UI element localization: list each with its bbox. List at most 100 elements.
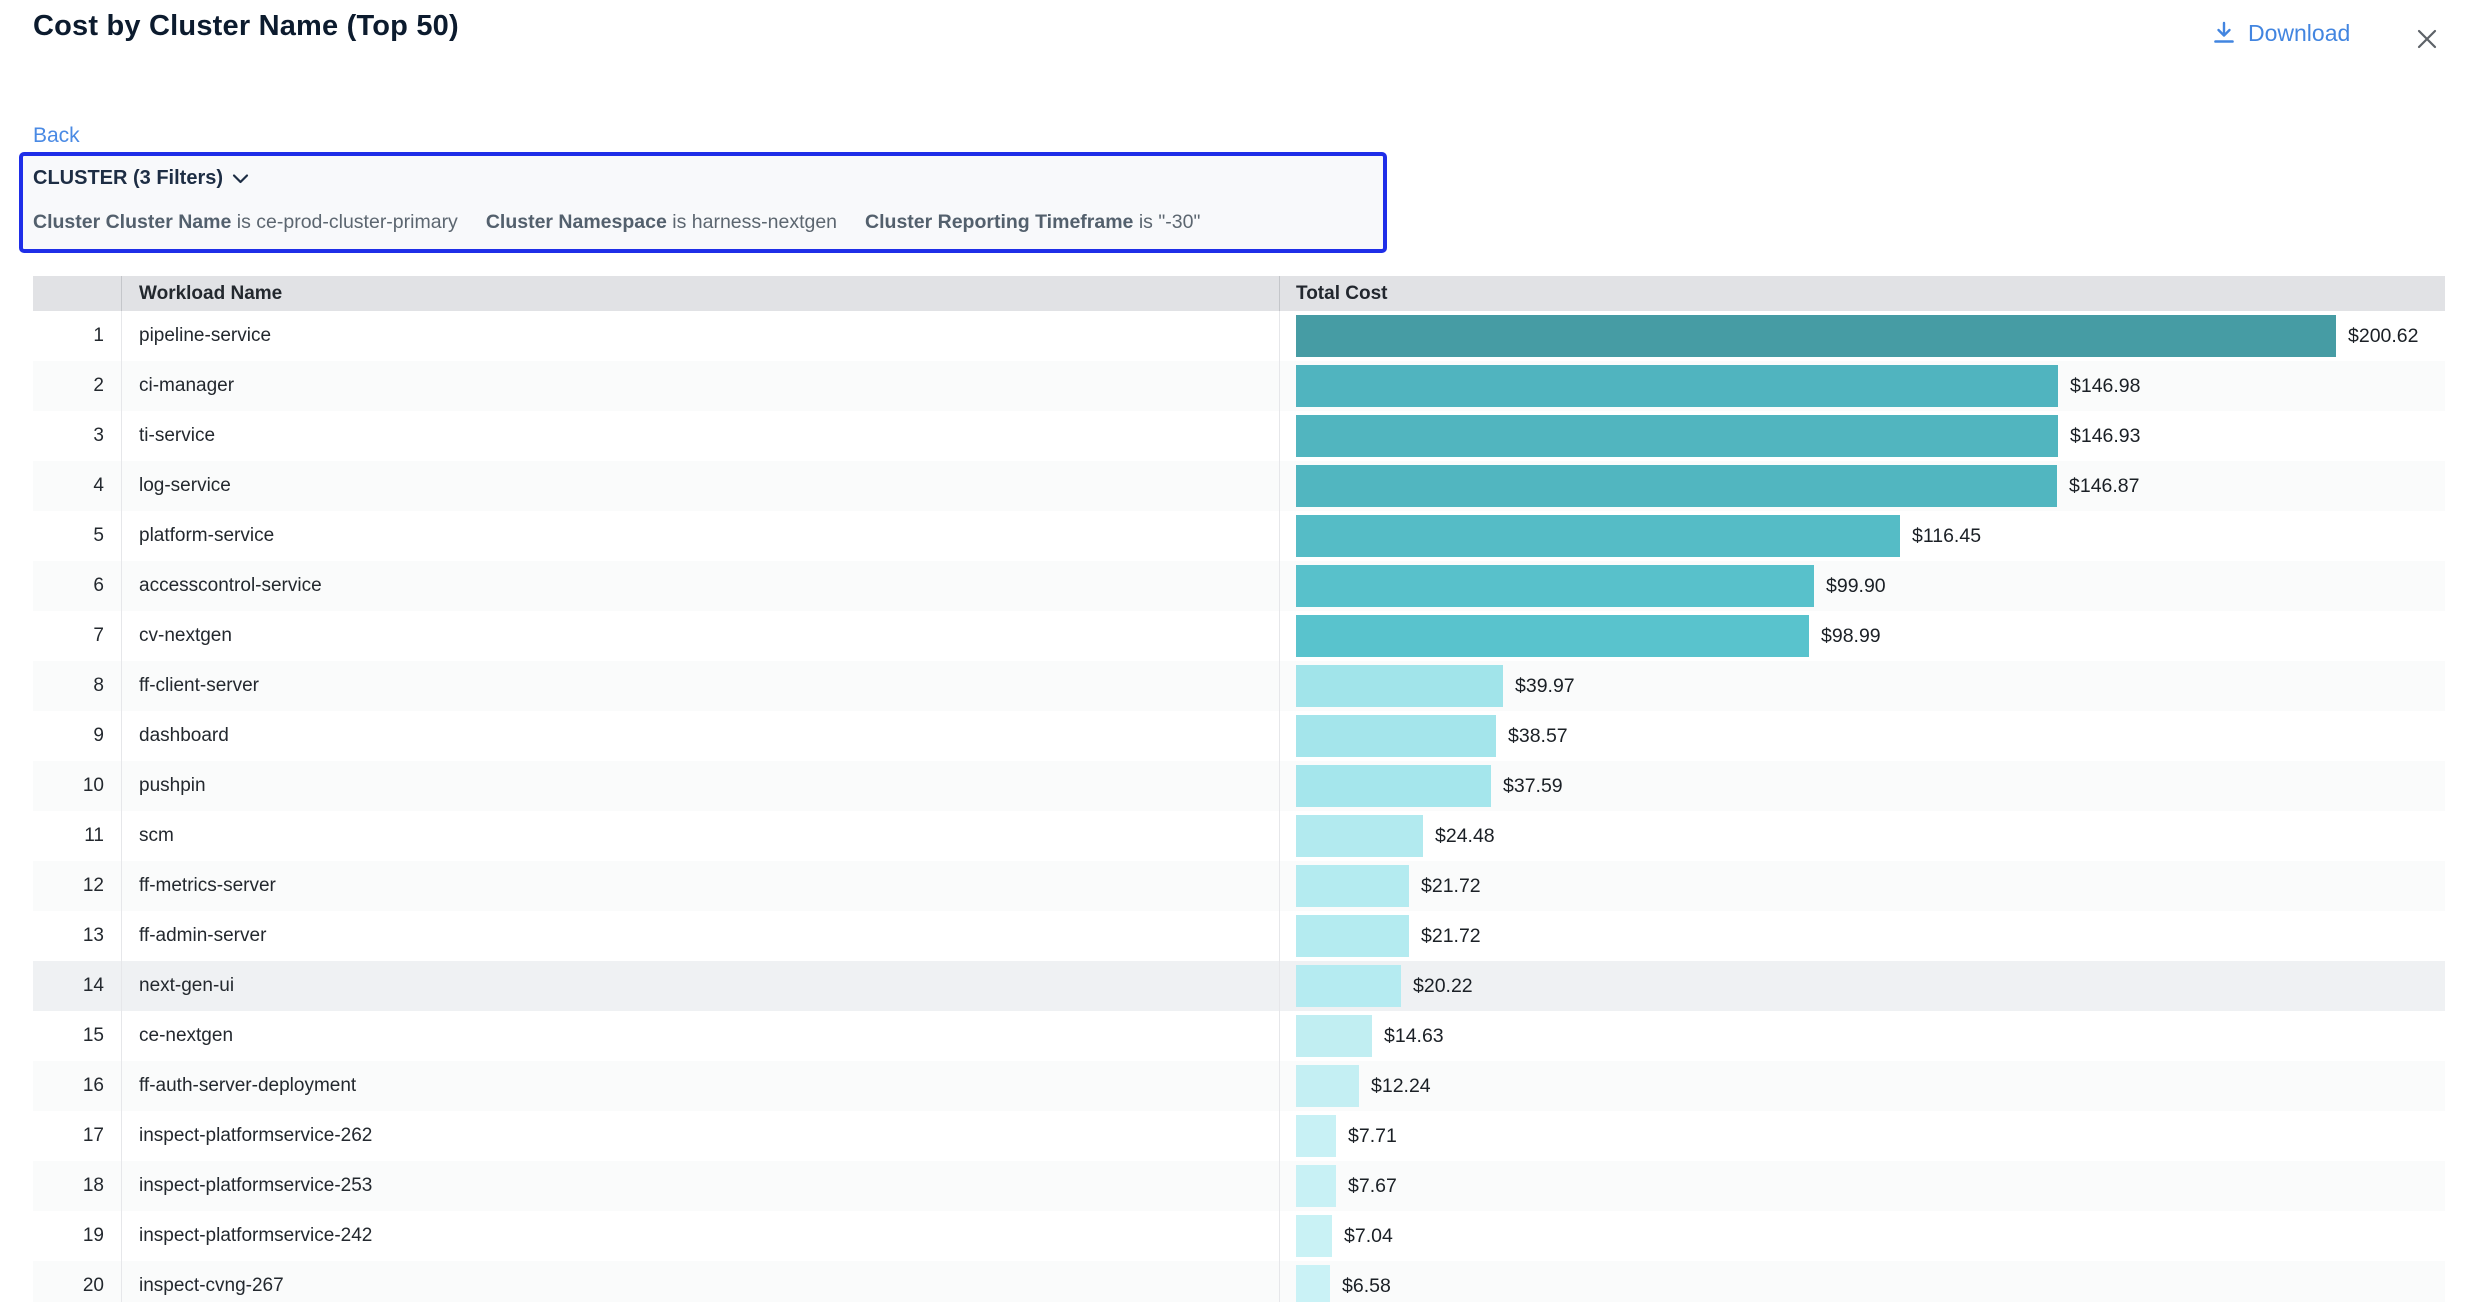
row-rank: 12: [33, 861, 121, 911]
table-row[interactable]: 6 accesscontrol-service $99.90: [33, 561, 2445, 611]
filter-items: Cluster Cluster Name is ce-prod-cluster-…: [33, 211, 1369, 234]
row-rank: 2: [33, 361, 121, 411]
cost-bar: [1296, 565, 1814, 607]
filter-item-cluster-name[interactable]: Cluster Cluster Name is ce-prod-cluster-…: [33, 211, 458, 234]
cost-value-label: $7.67: [1348, 1175, 1397, 1198]
close-button[interactable]: [2410, 22, 2444, 56]
chevron-down-icon: [232, 173, 249, 185]
row-rank: 16: [33, 1061, 121, 1111]
row-rank: 17: [33, 1111, 121, 1161]
workload-name: inspect-platformservice-242: [121, 1211, 1279, 1261]
workload-name: ti-service: [121, 411, 1279, 461]
cost-bar: [1296, 1165, 1336, 1207]
row-rank: 1: [33, 311, 121, 361]
cost-bar: [1296, 1215, 1332, 1257]
row-rank: 10: [33, 761, 121, 811]
workload-name: inspect-cvng-267: [121, 1261, 1279, 1302]
table-row[interactable]: 18 inspect-platformservice-253 $7.67: [33, 1161, 2445, 1211]
table-row[interactable]: 14 next-gen-ui $20.22: [33, 961, 2445, 1011]
cost-bar: [1296, 465, 2057, 507]
total-cost-cell: $99.90: [1279, 561, 2445, 611]
download-button[interactable]: Download: [2212, 20, 2350, 47]
table-row[interactable]: 13 ff-admin-server $21.72: [33, 911, 2445, 961]
cost-value-label: $7.71: [1348, 1125, 1397, 1148]
total-cost-cell: $98.99: [1279, 611, 2445, 661]
table-row[interactable]: 10 pushpin $37.59: [33, 761, 2445, 811]
filter-item-reporting-timeframe[interactable]: Cluster Reporting Timeframe is "-30": [865, 211, 1200, 234]
table-row[interactable]: 17 inspect-platformservice-262 $7.71: [33, 1111, 2445, 1161]
cost-value-label: $7.04: [1344, 1225, 1393, 1248]
table-row[interactable]: 3 ti-service $146.93: [33, 411, 2445, 461]
cost-bar: [1296, 1265, 1330, 1302]
cost-bar: [1296, 365, 2058, 407]
table-row[interactable]: 4 log-service $146.87: [33, 461, 2445, 511]
cost-bar: [1296, 315, 2336, 357]
filter-item-namespace[interactable]: Cluster Namespace is harness-nextgen: [486, 211, 837, 234]
cost-value-label: $21.72: [1421, 925, 1481, 948]
workload-name: log-service: [121, 461, 1279, 511]
cost-value-label: $39.97: [1515, 675, 1575, 698]
table-row[interactable]: 5 platform-service $116.45: [33, 511, 2445, 561]
cost-value-label: $200.62: [2348, 325, 2419, 348]
workload-name-column-header: Workload Name: [121, 276, 1279, 311]
cost-value-label: $14.63: [1384, 1025, 1444, 1048]
total-cost-cell: $116.45: [1279, 511, 2445, 561]
row-rank: 11: [33, 811, 121, 861]
row-rank: 3: [33, 411, 121, 461]
table-row[interactable]: 1 pipeline-service $200.62: [33, 311, 2445, 361]
table-row[interactable]: 20 inspect-cvng-267 $6.58: [33, 1261, 2445, 1302]
workload-name: ff-client-server: [121, 661, 1279, 711]
cost-bar: [1296, 615, 1809, 657]
cost-value-label: $146.93: [2070, 425, 2141, 448]
row-rank: 7: [33, 611, 121, 661]
download-icon: [2212, 21, 2236, 47]
close-icon: [2413, 25, 2441, 53]
workload-name: dashboard: [121, 711, 1279, 761]
row-rank: 18: [33, 1161, 121, 1211]
total-cost-cell: $6.58: [1279, 1261, 2445, 1302]
table-row[interactable]: 15 ce-nextgen $14.63: [33, 1011, 2445, 1061]
table-row[interactable]: 7 cv-nextgen $98.99: [33, 611, 2445, 661]
filter-summary-toggle[interactable]: CLUSTER (3 Filters): [33, 167, 249, 190]
total-cost-cell: $7.71: [1279, 1111, 2445, 1161]
cost-bar: [1296, 715, 1496, 757]
workload-name: inspect-platformservice-262: [121, 1111, 1279, 1161]
table-row[interactable]: 8 ff-client-server $39.97: [33, 661, 2445, 711]
cost-bar: [1296, 1115, 1336, 1157]
cost-value-label: $146.98: [2070, 375, 2141, 398]
total-cost-cell: $21.72: [1279, 911, 2445, 961]
cost-bar: [1296, 765, 1491, 807]
table-row[interactable]: 19 inspect-platformservice-242 $7.04: [33, 1211, 2445, 1261]
row-rank: 9: [33, 711, 121, 761]
workload-name: pipeline-service: [121, 311, 1279, 361]
workload-name: next-gen-ui: [121, 961, 1279, 1011]
download-label: Download: [2248, 20, 2350, 47]
total-cost-cell: $39.97: [1279, 661, 2445, 711]
table-row[interactable]: 16 ff-auth-server-deployment $12.24: [33, 1061, 2445, 1111]
workload-name: inspect-platformservice-253: [121, 1161, 1279, 1211]
row-rank: 20: [33, 1261, 121, 1302]
total-cost-column-header: Total Cost: [1279, 276, 2445, 311]
cost-value-label: $98.99: [1821, 625, 1881, 648]
cost-value-label: $6.58: [1342, 1275, 1391, 1298]
table-row[interactable]: 9 dashboard $38.57: [33, 711, 2445, 761]
table-body: 1 pipeline-service $200.62 2 ci-manager …: [33, 311, 2445, 1302]
total-cost-cell: $12.24: [1279, 1061, 2445, 1111]
cost-value-label: $99.90: [1826, 575, 1886, 598]
table-row[interactable]: 2 ci-manager $146.98: [33, 361, 2445, 411]
total-cost-cell: $37.59: [1279, 761, 2445, 811]
cost-value-label: $21.72: [1421, 875, 1481, 898]
cost-bar: [1296, 515, 1900, 557]
total-cost-cell: $14.63: [1279, 1011, 2445, 1061]
cost-bar: [1296, 865, 1409, 907]
row-rank: 6: [33, 561, 121, 611]
cost-bar: [1296, 1015, 1372, 1057]
cost-value-label: $12.24: [1371, 1075, 1431, 1098]
total-cost-cell: $7.67: [1279, 1161, 2445, 1211]
row-rank: 13: [33, 911, 121, 961]
cost-value-label: $20.22: [1413, 975, 1473, 998]
table-row[interactable]: 11 scm $24.48: [33, 811, 2445, 861]
table-row[interactable]: 12 ff-metrics-server $21.72: [33, 861, 2445, 911]
back-link[interactable]: Back: [33, 124, 80, 148]
row-rank: 19: [33, 1211, 121, 1261]
